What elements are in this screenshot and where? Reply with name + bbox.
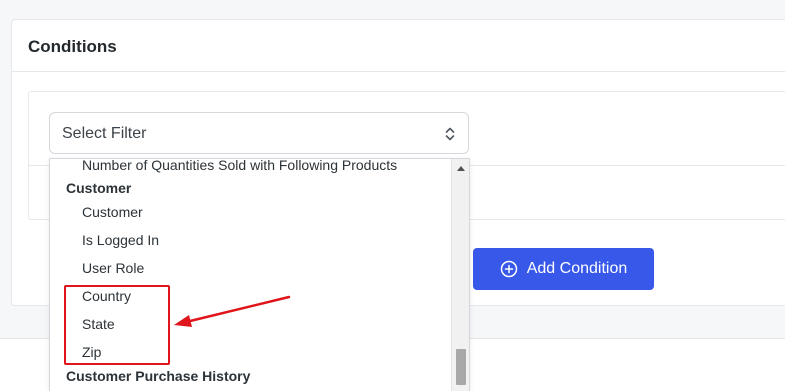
- chevron-up-down-icon: [445, 127, 455, 141]
- add-condition-label: Add Condition: [526, 260, 628, 277]
- annotation-highlight-box: [64, 285, 170, 365]
- dropdown-scrollbar[interactable]: [451, 159, 469, 391]
- option-quantities-sold[interactable]: Number of Quantities Sold with Following…: [82, 159, 397, 173]
- scrollbar-thumb[interactable]: [456, 349, 466, 385]
- scroll-up-icon[interactable]: [457, 166, 465, 171]
- filter-select-value: Select Filter: [62, 125, 147, 142]
- card-title: Conditions: [28, 37, 117, 56]
- option-customer[interactable]: Customer: [82, 204, 143, 220]
- group-customer-purchase-history: Customer Purchase History: [66, 368, 251, 384]
- add-condition-button[interactable]: Add Condition: [473, 248, 654, 290]
- group-customer: Customer: [66, 180, 132, 196]
- option-user-role[interactable]: User Role: [82, 260, 144, 276]
- filter-select[interactable]: Select Filter: [49, 112, 469, 154]
- card-divider: [12, 71, 785, 72]
- plus-circle-icon: [500, 260, 517, 278]
- option-is-logged-in[interactable]: Is Logged In: [82, 232, 159, 248]
